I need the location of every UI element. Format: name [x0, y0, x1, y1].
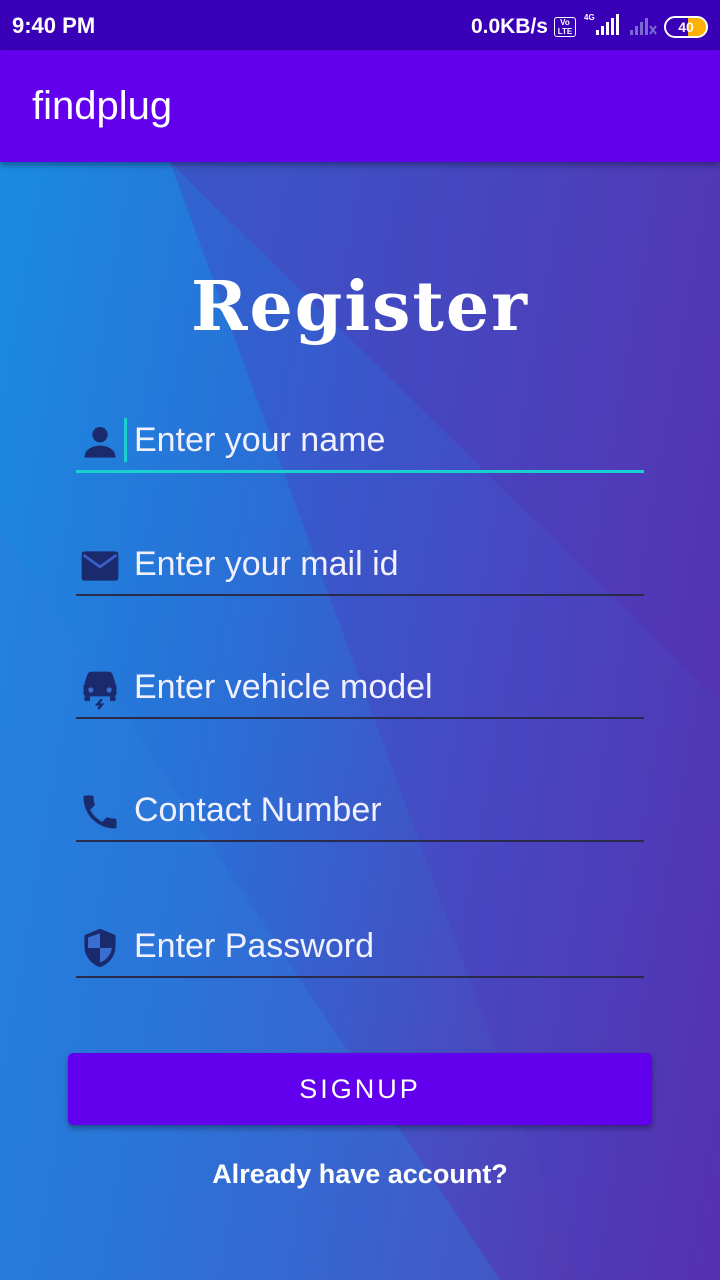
vehicle-field[interactable] — [76, 657, 644, 719]
name-field[interactable] — [76, 410, 644, 473]
login-link[interactable]: Already have account? — [0, 1159, 720, 1190]
mail-icon — [78, 544, 122, 588]
signal-sim2-icon — [628, 12, 658, 41]
register-heading: Register — [191, 267, 529, 347]
register-screen: Register SIGNUP Already have — [0, 162, 720, 1280]
email-input[interactable] — [134, 542, 634, 586]
signup-button[interactable]: SIGNUP — [68, 1053, 652, 1125]
email-field[interactable] — [76, 534, 644, 596]
person-icon — [78, 420, 122, 464]
shield-icon — [78, 926, 122, 970]
status-bar: 9:40 PM 0.0KB/s Vo LTE 4G 40 — [0, 0, 720, 50]
signal-4g-icon: 4G — [582, 12, 622, 41]
car-icon — [78, 667, 122, 711]
status-icons: 0.0KB/s Vo LTE 4G 40 — [471, 12, 708, 41]
battery-level: 40 — [678, 18, 694, 35]
name-input[interactable] — [134, 418, 634, 462]
app-bar: findplug — [0, 50, 720, 162]
battery-icon: 40 — [664, 15, 708, 38]
network-speed: 0.0KB/s — [470, 14, 548, 38]
app-title: findplug — [32, 84, 173, 128]
status-time: 9:40 PM — [12, 13, 96, 38]
vehicle-model-input[interactable] — [134, 665, 634, 709]
volte-icon: Vo LTE — [554, 16, 576, 37]
contact-number-input[interactable] — [134, 788, 634, 832]
text-cursor — [124, 418, 127, 462]
password-input[interactable] — [134, 924, 634, 968]
phone-icon — [78, 790, 122, 834]
svg-text:4G: 4G — [584, 13, 595, 22]
contact-field[interactable] — [76, 780, 644, 842]
password-field[interactable] — [76, 916, 644, 978]
